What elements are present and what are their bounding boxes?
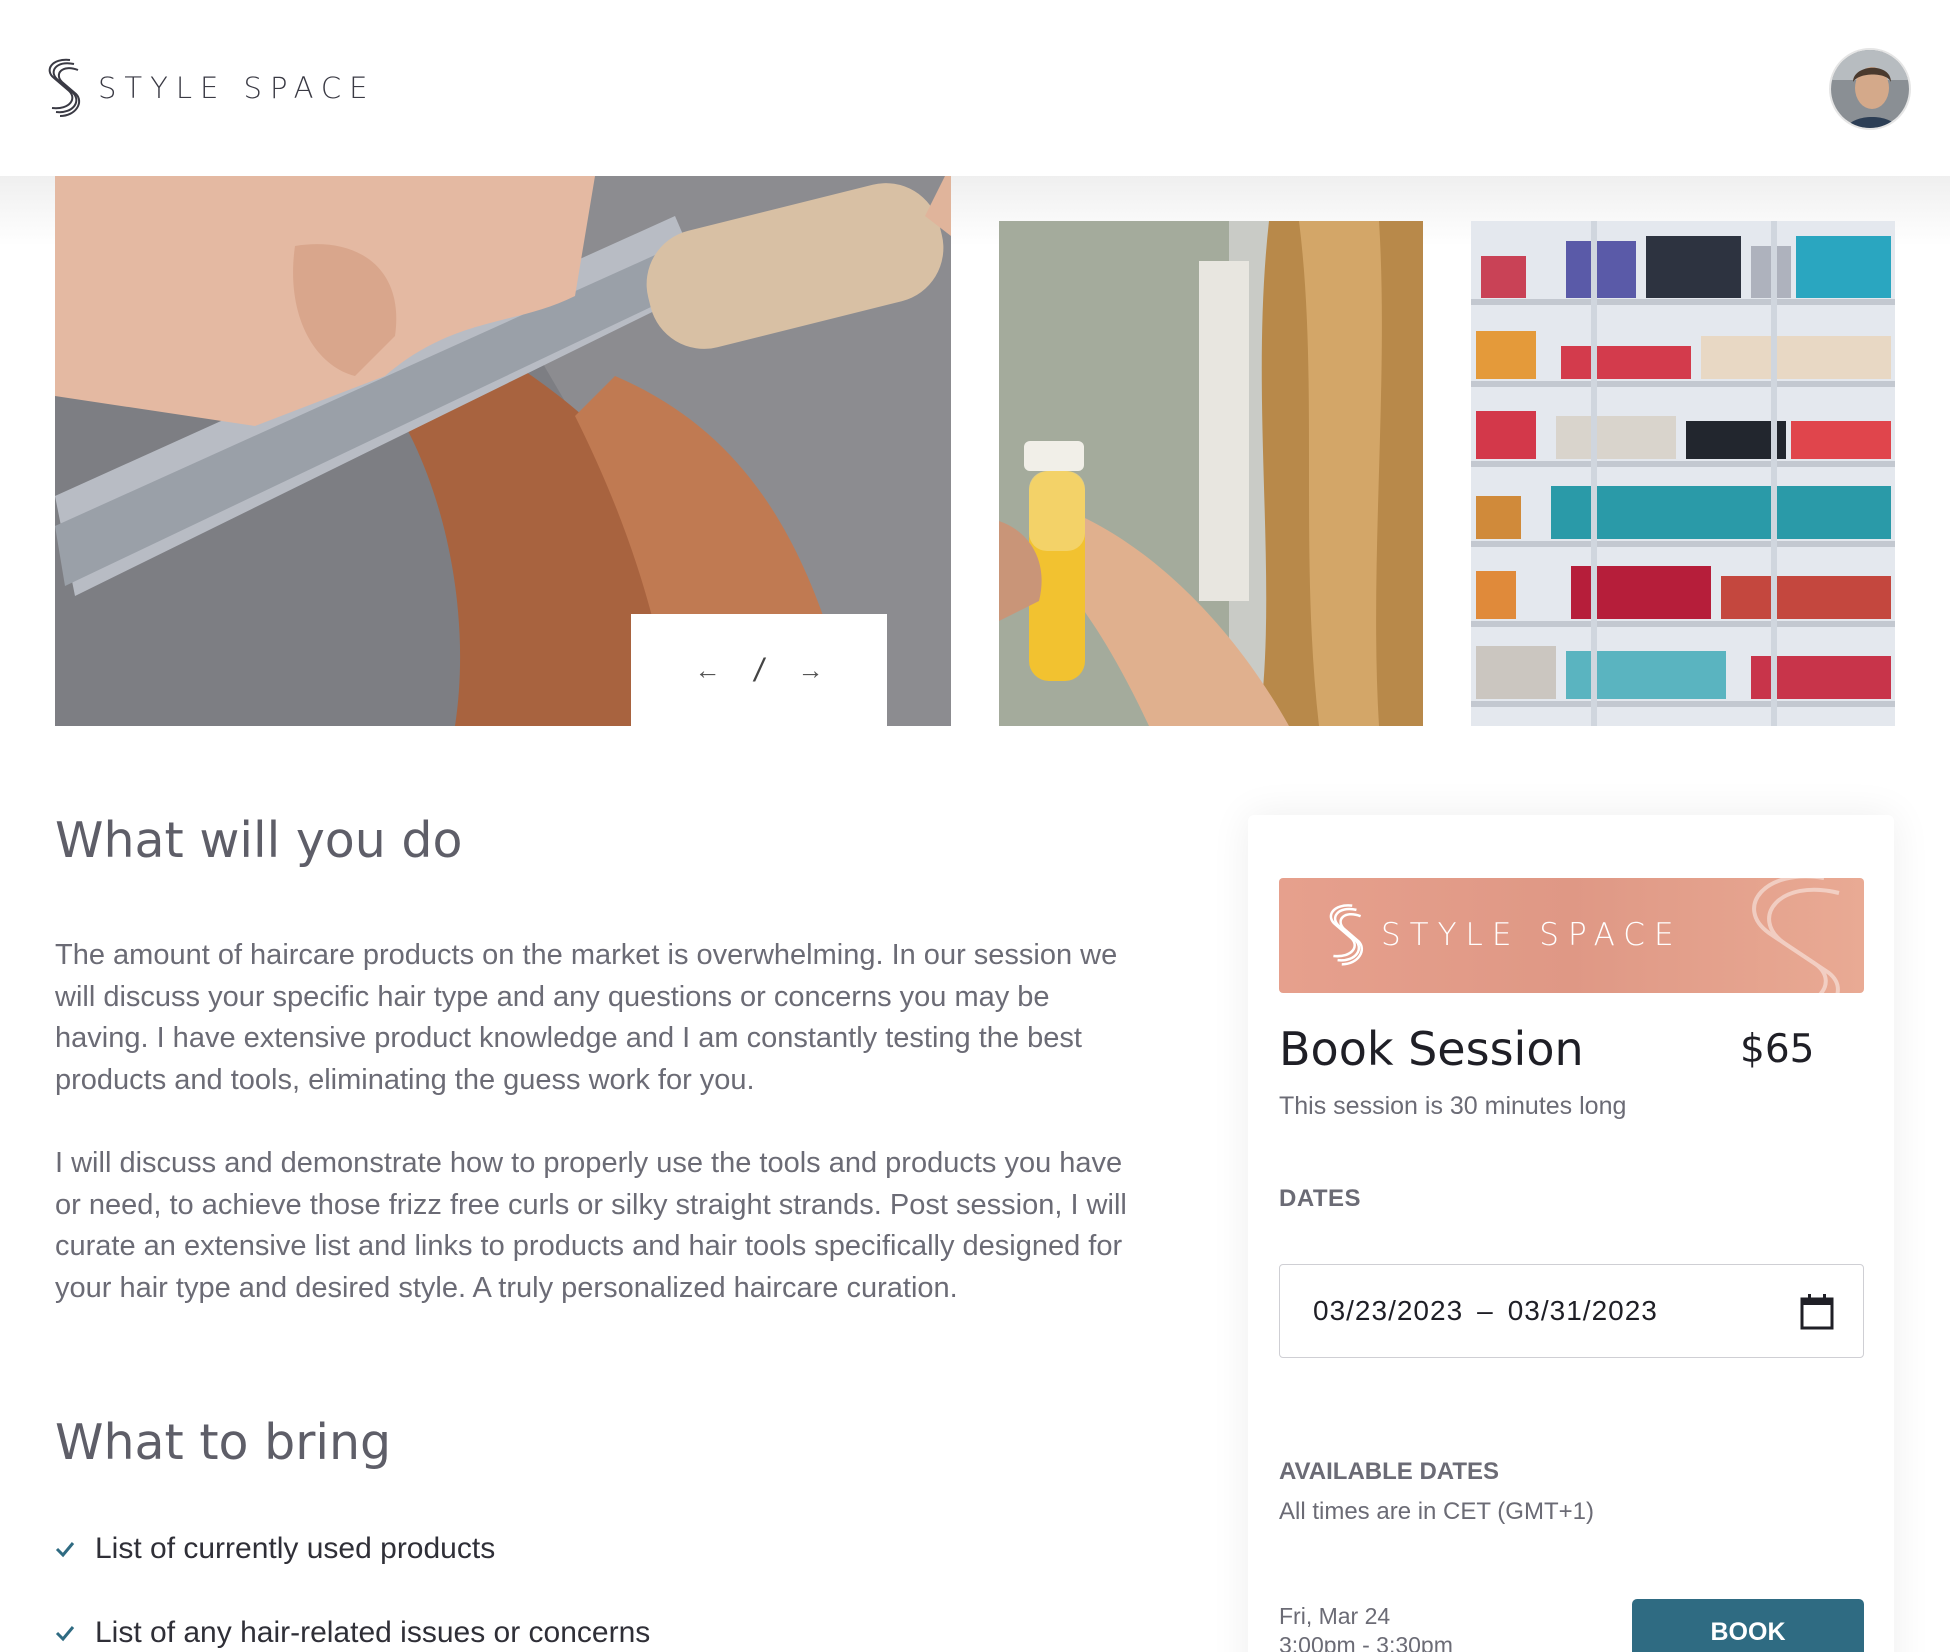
description-paragraph-2: I will discuss and demonstrate how to pr… [55, 1147, 1127, 1304]
carousel-controls: ← / → [631, 614, 887, 726]
bring-list: List of currently used products List of … [55, 1530, 650, 1652]
list-item: List of any hair-related issues or conce… [55, 1614, 650, 1652]
arrow-left-icon[interactable]: ← [695, 655, 721, 686]
carousel-separator: / [754, 651, 764, 688]
site-header: STYLE SPACE [0, 0, 1950, 176]
date-start: 03/23/2023 [1313, 1295, 1464, 1326]
banner-logo: STYLE SPACE [1325, 903, 1683, 967]
list-item: List of currently used products [55, 1530, 650, 1568]
timezone-note: All times are in CET (GMT+1) [1279, 1498, 1594, 1525]
style-space-s-watermark [1752, 878, 1840, 993]
booking-banner: STYLE SPACE [1279, 878, 1864, 993]
book-button[interactable]: BOOK [1632, 1599, 1864, 1652]
slot-date: Fri, Mar 24 [1279, 1603, 1391, 1629]
dates-label: DATES [1279, 1185, 1362, 1212]
checkmark-icon [55, 1626, 75, 1642]
available-dates-label: AVAILABLE DATES [1279, 1458, 1499, 1485]
brand-name: STYLE SPACE [98, 71, 376, 105]
banner-brand-name: STYLE SPACE [1381, 917, 1683, 953]
session-price: $65 [1740, 1027, 1815, 1072]
slot-time: 3:00pm - 3:30pm [1279, 1632, 1453, 1652]
product-shelf-image [1471, 221, 1895, 726]
date-end: 03/31/2023 [1507, 1295, 1658, 1326]
brand-logo[interactable]: STYLE SPACE [44, 58, 375, 118]
user-avatar[interactable] [1829, 48, 1911, 130]
list-item-label: List of currently used products [95, 1532, 496, 1565]
session-duration: This session is 30 minutes long [1279, 1092, 1627, 1120]
date-separator: – [1477, 1295, 1494, 1326]
description-paragraph-1: The amount of haircare products on the m… [55, 939, 1118, 1096]
heading-what-to-bring: What to bring [55, 1414, 392, 1471]
booking-card: STYLE SPACE Book Session $65 This sessio… [1248, 815, 1894, 1652]
calendar-icon[interactable] [1799, 1293, 1835, 1331]
style-space-s-icon [48, 58, 81, 117]
style-space-s-icon [1329, 904, 1364, 966]
checkmark-icon [55, 1542, 75, 1558]
date-range-field[interactable]: 03/23/2023 – 03/31/2023 [1279, 1264, 1864, 1358]
hair-spray-image [999, 221, 1423, 726]
list-item-label: List of any hair-related issues or conce… [95, 1616, 651, 1649]
booking-title: Book Session [1279, 1022, 1584, 1076]
heading-what-will-you-do: What will you do [55, 812, 463, 869]
arrow-right-icon[interactable]: → [797, 655, 823, 686]
